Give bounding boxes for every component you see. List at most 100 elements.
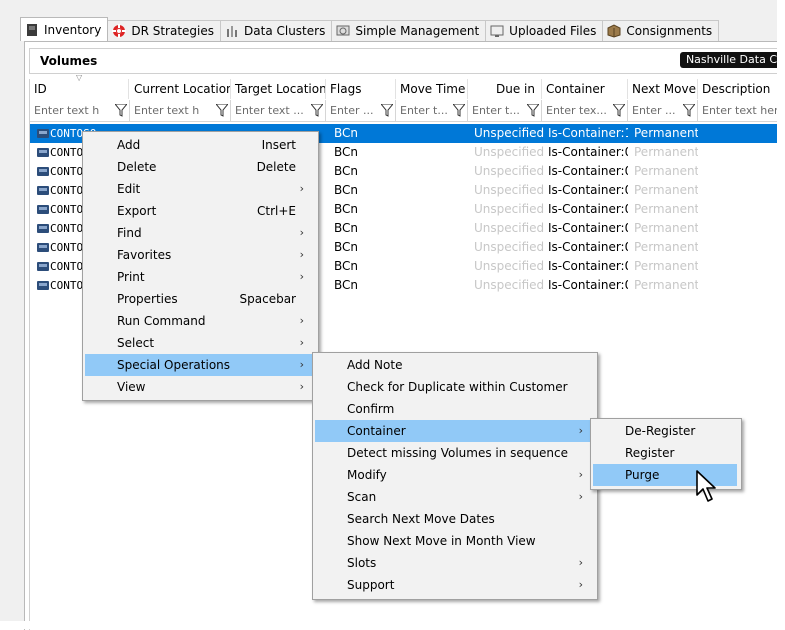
chevron-right-icon: › (578, 468, 583, 481)
menu-item-support[interactable]: Support › (315, 574, 593, 596)
menu-item-find[interactable]: Find › (85, 222, 314, 244)
filter-input[interactable]: Enter text ... (231, 104, 311, 117)
filter-id: Enter text h (30, 100, 130, 122)
menu-item-slots[interactable]: Slots › (315, 552, 593, 574)
chevron-right-icon: › (299, 226, 304, 239)
column-header-target-location[interactable]: Target Location (231, 79, 326, 99)
menu-item-favorites[interactable]: Favorites › (85, 244, 314, 266)
chevron-right-icon: › (299, 182, 304, 195)
filter-input[interactable]: Enter tex... (542, 104, 613, 117)
funnel-icon[interactable] (115, 104, 127, 117)
tape-icon (37, 167, 49, 176)
tape-icon (37, 243, 49, 252)
filter-input[interactable]: Enter text h (30, 104, 115, 117)
column-header-id[interactable]: ID (30, 79, 129, 99)
funnel-icon[interactable] (527, 104, 539, 117)
menu-item-edit[interactable]: Edit › (85, 178, 314, 200)
filter-input[interactable]: Enter ... (326, 104, 381, 117)
menu-item-label: Special Operations (117, 358, 231, 372)
menu-item-de-register[interactable]: De-Register (593, 420, 737, 442)
cell-next-move: Permanent (634, 145, 698, 159)
menu-item-select[interactable]: Select › (85, 332, 314, 354)
menu-item-label: Print (117, 270, 145, 284)
menu-item-label: Favorites (117, 248, 172, 262)
menu-item-label: Delete (117, 160, 157, 174)
funnel-icon[interactable] (683, 104, 695, 117)
menu-shortcut: Insert (261, 138, 296, 152)
menu-item-detect-missing-volumes-in-sequence[interactable]: Detect missing Volumes in sequence (315, 442, 593, 464)
menu-item-label: Add Note (347, 358, 403, 372)
mouse-pointer-icon (696, 470, 716, 502)
tab-inventory[interactable]: Inventory (20, 17, 109, 41)
menu-item-search-next-move-dates[interactable]: Search Next Move Dates (315, 508, 593, 530)
chevron-right-icon: › (578, 490, 583, 503)
tape-icon (37, 262, 49, 271)
filter-input[interactable]: Enter ... (628, 104, 683, 117)
column-header-move-time[interactable]: Move Time (396, 79, 468, 99)
menu-item-special-operations[interactable]: Special Operations › (85, 354, 314, 376)
menu-item-label: Slots (347, 556, 377, 570)
cell-container: Is-Container:0 (548, 202, 628, 216)
menu-item-delete[interactable]: Delete Delete (85, 156, 314, 178)
cell-container: Is-Container:0 (548, 183, 628, 197)
menu-item-modify[interactable]: Modify › (315, 464, 593, 486)
menu-item-container[interactable]: Container › (315, 420, 593, 442)
tab-data-clusters[interactable]: Data Clusters (220, 20, 333, 41)
filter-input[interactable]: Enter text h (130, 104, 216, 117)
menu-item-confirm[interactable]: Confirm (315, 398, 593, 420)
filter-current-location: Enter text h (130, 100, 231, 122)
filter-description: Enter text here (698, 100, 783, 122)
tab-uploaded-files[interactable]: Uploaded Files (485, 20, 604, 41)
chevron-right-icon: › (299, 270, 304, 283)
menu-item-print[interactable]: Print › (85, 266, 314, 288)
menu-item-show-next-move-in-month-view[interactable]: Show Next Move in Month View (315, 530, 593, 552)
cell-due-in: Unspecified (474, 202, 544, 216)
context-menu: Add Insert Delete Delete Edit › Export Ctrl+E Fi… (82, 131, 319, 401)
special-operations-submenu: Add Note Check for Duplicate within Custo… (312, 352, 598, 600)
filter-input[interactable]: Enter t... (468, 104, 527, 117)
filter-input[interactable]: Enter text here (698, 104, 783, 117)
funnel-icon[interactable] (613, 104, 625, 117)
tab-dr-strategies[interactable]: DR Strategies (107, 20, 222, 41)
menu-item-register[interactable]: Register (593, 442, 737, 464)
torn-edge-right (777, 0, 785, 629)
menu-item-run-command[interactable]: Run Command › (85, 310, 314, 332)
menu-item-label: Scan (347, 490, 377, 504)
cell-container: Is-Container:0 (548, 145, 628, 159)
torn-edge-bottom (0, 621, 785, 629)
chevron-right-icon: › (299, 314, 304, 327)
funnel-icon[interactable] (453, 104, 465, 117)
menu-item-label: Find (117, 226, 142, 240)
filter-input[interactable]: Enter t... (396, 104, 453, 117)
funnel-icon[interactable] (216, 104, 228, 117)
column-header-next-move[interactable]: Next Move (628, 79, 698, 99)
menu-item-add-note[interactable]: Add Note (315, 354, 593, 376)
tab-simple-management[interactable]: Simple Management (331, 20, 487, 41)
tab-label: Data Clusters (244, 24, 326, 38)
menu-item-export[interactable]: Export Ctrl+E (85, 200, 314, 222)
chevron-right-icon: › (578, 556, 583, 569)
menu-item-check-for-duplicate-within-customer[interactable]: Check for Duplicate within Customer (315, 376, 593, 398)
column-header-due-in[interactable]: Due in (468, 79, 542, 99)
cell-flags: BCn (334, 145, 359, 159)
tab-consignments[interactable]: Consignments (602, 20, 720, 41)
menu-item-add[interactable]: Add Insert (85, 134, 314, 156)
column-header-description[interactable]: Description (698, 79, 783, 99)
cell-container: Is-Container:1 (548, 126, 628, 140)
funnel-icon[interactable] (311, 104, 323, 117)
cell-next-move: Permanent (634, 259, 698, 273)
app-window: Inventory DR Strategies Data Clusters Si… (0, 0, 783, 630)
location-badge[interactable]: Nashville Data C (679, 52, 783, 68)
tape-icon (37, 205, 49, 214)
menu-item-label: Properties (117, 292, 178, 306)
volumes-section-header: Volumes Nashville Data C (29, 48, 783, 74)
column-header-container[interactable]: Container (542, 79, 628, 99)
menu-item-view[interactable]: View › (85, 376, 314, 398)
funnel-icon[interactable] (381, 104, 393, 117)
menu-item-properties[interactable]: Properties Spacebar (85, 288, 314, 310)
column-header-current-location[interactable]: Current Location (130, 79, 231, 99)
lifebuoy-icon (112, 24, 127, 38)
column-header-flags[interactable]: Flags (326, 79, 396, 99)
menu-item-scan[interactable]: Scan › (315, 486, 593, 508)
chevron-right-icon: › (578, 424, 583, 437)
